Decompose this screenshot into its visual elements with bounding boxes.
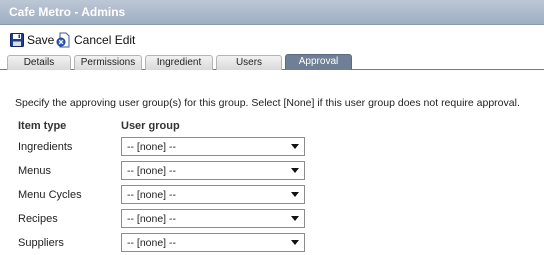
chevron-down-icon	[291, 216, 299, 221]
tab-ingredient-fields[interactable]: Ingredient Fields	[145, 55, 213, 82]
cancel-edit-icon	[55, 32, 71, 48]
select-value: -- [none] --	[127, 237, 177, 249]
suppliers-user-group-select[interactable]: -- [none] --	[121, 233, 305, 252]
select-value: -- [none] --	[127, 189, 177, 201]
toolbar: Save Cancel Edit	[0, 26, 544, 54]
select-value: -- [none] --	[127, 165, 177, 177]
recipes-user-group-select[interactable]: -- [none] --	[121, 209, 305, 228]
select-value: -- [none] --	[127, 141, 177, 153]
user-group-header: User group	[121, 120, 180, 132]
tab-approval[interactable]: Approval	[285, 54, 352, 70]
row-label-suppliers: Suppliers	[18, 237, 64, 249]
chevron-down-icon	[291, 240, 299, 245]
menus-user-group-select[interactable]: -- [none] --	[121, 161, 305, 180]
row-label-menus: Menus	[18, 165, 52, 177]
approval-instructions: Specify the approving user group(s) for …	[15, 97, 520, 109]
select-value: -- [none] --	[127, 213, 177, 225]
approval-panel: Specify the approving user group(s) for …	[0, 70, 544, 255]
save-button[interactable]: Save	[10, 32, 54, 48]
ingredients-user-group-select[interactable]: -- [none] --	[121, 137, 305, 156]
window-title-bar: Cafe Metro - Admins	[0, 0, 544, 25]
item-type-header: Item type	[18, 120, 67, 132]
row-label-ingredients: Ingredients	[18, 141, 73, 153]
floppy-disk-icon	[10, 33, 24, 47]
tab-users[interactable]: Users	[216, 55, 282, 70]
chevron-down-icon	[291, 192, 299, 197]
cancel-edit-label: Cancel Edit	[74, 33, 136, 47]
row-label-menu-cycles: Menu Cycles	[18, 189, 82, 201]
save-label: Save	[27, 33, 55, 47]
window-title: Cafe Metro - Admins	[9, 5, 126, 19]
chevron-down-icon	[291, 144, 299, 149]
tab-details[interactable]: Details	[7, 55, 71, 70]
row-label-recipes: Recipes	[18, 213, 58, 225]
menu-cycles-user-group-select[interactable]: -- [none] --	[121, 185, 305, 204]
tab-strip: Details Permissions Ingredient Fields Us…	[0, 54, 544, 82]
chevron-down-icon	[291, 168, 299, 173]
tab-permissions[interactable]: Permissions	[74, 55, 142, 70]
cancel-edit-button[interactable]: Cancel Edit	[55, 32, 135, 48]
